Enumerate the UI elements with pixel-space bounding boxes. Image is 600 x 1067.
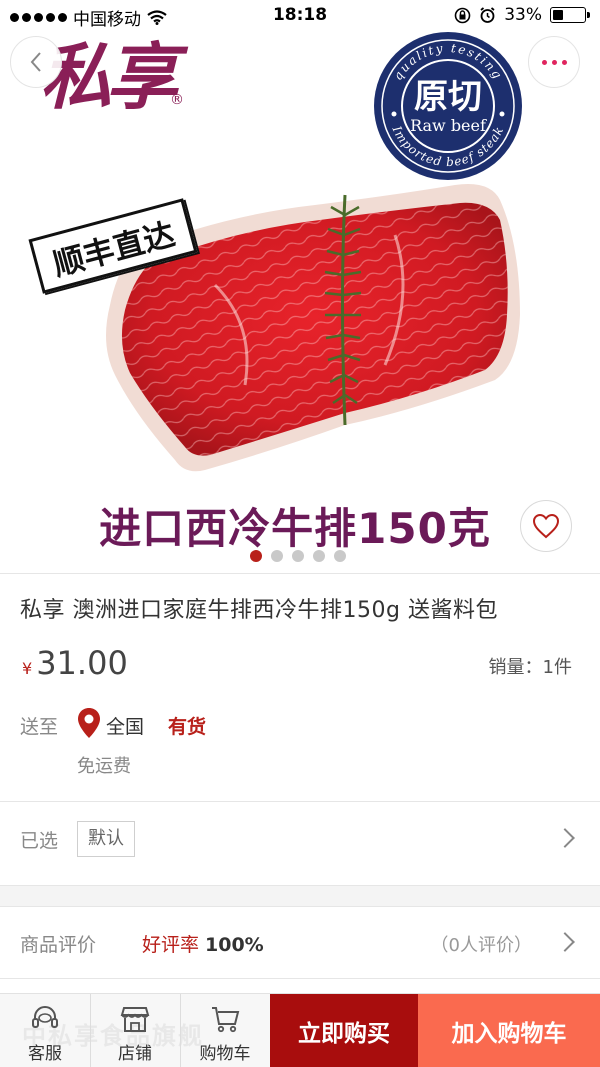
more-button[interactable] [528,36,580,88]
selected-label: 已选 [20,830,59,852]
stock-status: 有货 [168,716,207,738]
store-label: 店铺 [118,1044,152,1064]
carousel-indicator [0,550,600,562]
currency-symbol: ¥ [22,659,33,678]
back-button[interactable] [10,36,62,88]
positive-rate: 好评率 100% [142,930,264,957]
sales-count: 销量：1件 [488,657,572,678]
alarm-icon [480,6,495,23]
divider [0,573,600,574]
hero-caption: 进口西冷牛排150克 [99,504,491,553]
carousel-dot[interactable] [249,550,262,562]
product-price: ¥ 31.00 [22,644,128,682]
selection-row[interactable]: 已选 默认 [0,802,600,885]
freight-info: 免运费 [77,756,131,777]
ship-to-label: 送至 [20,716,59,738]
bottom-action-bar: 中私享食品旗舰 客服 店铺 购物车 立即购买 加入购物车 [0,993,600,1067]
section-separator [0,885,600,907]
registered-mark: ® [170,92,184,108]
carousel-dot[interactable] [270,550,283,562]
cart-label: 购物车 [199,1044,251,1064]
reviews-row[interactable]: 商品评价 好评率 100% （0人评价） [0,908,600,978]
battery-percent: 33% [504,5,542,25]
favorite-button[interactable] [520,500,572,552]
battery-fill [553,10,563,20]
headset-icon [32,1006,58,1028]
carousel-dot[interactable] [333,550,346,562]
positive-rate-value: 100% [205,934,264,956]
rotation-lock-icon [454,7,471,23]
ship-region[interactable]: 全国 [106,712,144,739]
raw-beef-badge: quality testing Imported beef steak 原切 R… [372,30,524,182]
battery-icon [550,7,590,23]
location-pin-icon[interactable] [76,707,102,739]
carousel-dot[interactable] [312,550,325,562]
carousel-dot[interactable] [291,550,304,562]
price-amount: 31.00 [36,644,128,682]
badge-en-text: Raw beef [410,115,486,135]
badge-center: 原切 Raw beef [372,30,524,182]
shopping-cart-icon [212,1007,240,1033]
store-tab[interactable]: 店铺 [90,994,180,1067]
chevron-right-icon [555,828,575,848]
store-icon [120,1007,150,1032]
badge-cn-text: 原切 [414,76,482,117]
product-image-carousel[interactable]: 私享 ® quality testing Imported beef steak… [0,0,600,573]
heart-icon [532,513,560,539]
customer-service-tab[interactable]: 客服 [0,994,90,1067]
product-title: 私享 澳洲进口家庭牛排西冷牛排150g 送酱料包 [20,598,498,623]
review-count: （0人评价） [430,935,532,956]
cart-tab[interactable]: 购物车 [180,994,270,1067]
divider [0,978,600,979]
positive-rate-label: 好评率 [142,934,200,956]
status-right: 33% [454,5,590,25]
buy-now-button[interactable]: 立即购买 [270,994,418,1067]
customer-service-label: 客服 [28,1044,62,1064]
reviews-label: 商品评价 [20,934,97,956]
add-to-cart-button[interactable]: 加入购物车 [418,994,600,1067]
chevron-right-icon [555,932,575,952]
chevron-left-icon [30,52,41,72]
selected-variant: 默认 [77,821,135,857]
status-bar: 中国移动 18:18 33% [0,0,600,30]
more-icon [541,59,567,65]
